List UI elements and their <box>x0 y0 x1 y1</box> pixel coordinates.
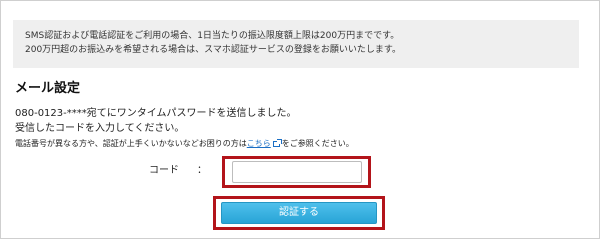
enter-code-message: 受信したコードを入力してください。 <box>15 123 185 134</box>
sent-message: 080-0123-****宛てにワンタイムパスワードを送信しました。 <box>15 108 297 119</box>
limit-notice-box: SMS認証および電話認証をご利用の場合、1日当たりの振込限度額上限は200万円ま… <box>13 20 579 68</box>
notice-line-1: SMS認証および電話認証をご利用の場合、1日当たりの振込限度額上限は200万円ま… <box>25 31 400 41</box>
help-text-before: 電話番号が異なる方や、認証が上手くいかないなどお困りの方は <box>15 139 247 148</box>
external-link-icon[interactable] <box>272 139 282 147</box>
help-text: 電話番号が異なる方や、認証が上手くいかないなどお困りの方はこちら をご参照ください… <box>15 139 354 149</box>
code-colon: ： <box>197 165 207 176</box>
verify-button[interactable]: 認証する <box>221 202 377 224</box>
section-title: メール設定 <box>15 81 81 96</box>
help-text-after: をご参照ください。 <box>281 139 354 148</box>
code-input[interactable] <box>232 161 362 183</box>
notice-line-2: 200万円超のお振込みを希望される場合は、スマホ認証サービスの登録をお願いいたし… <box>25 45 402 55</box>
help-link[interactable]: こちら <box>247 139 271 148</box>
page-frame: SMS認証および電話認証をご利用の場合、1日当たりの振込限度額上限は200万円ま… <box>0 0 600 239</box>
code-label: コード <box>149 165 179 176</box>
